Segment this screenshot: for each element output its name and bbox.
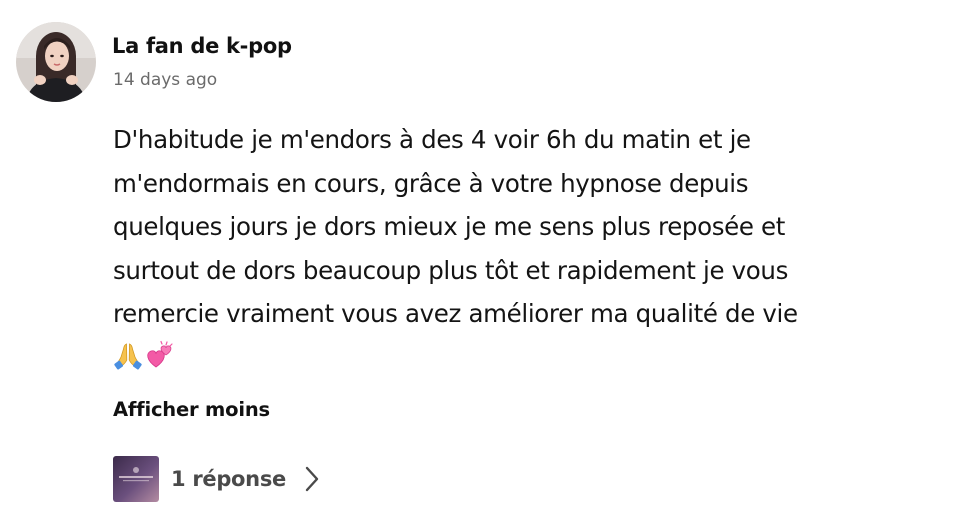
comment-body-line: D'habitude je m'endors à des 4 voir 6h d…: [113, 125, 751, 154]
comment-body-line: m'endormais en cours, grâce à votre hypn…: [113, 168, 749, 198]
comment-emoji-line: [113, 336, 943, 380]
user-avatar-photo: [16, 22, 96, 102]
replies-count: 1 réponse: [171, 467, 286, 491]
folded-hands-emoji: [113, 340, 143, 370]
comment-body-line: surtout de dors beaucoup plus tôt et rap…: [113, 255, 788, 285]
comment-body-line: remercie vraiment vous avez améliorer ma…: [113, 299, 798, 328]
comment: La fan de k-pop 14 days ago D'habitude j…: [0, 0, 956, 522]
comment-timestamp[interactable]: 14 days ago: [113, 70, 217, 90]
comment-body: D'habitude je m'endors à des 4 voir 6h d…: [113, 118, 943, 379]
author-avatar[interactable]: [16, 22, 96, 102]
comment-author[interactable]: La fan de k-pop: [112, 34, 292, 58]
replies-toggle[interactable]: 1 réponse: [113, 456, 322, 502]
revolving-hearts-emoji: [144, 340, 174, 370]
show-less-button[interactable]: Afficher moins: [113, 398, 270, 421]
chevron-right-icon: [302, 463, 322, 495]
comment-body-line: quelques jours je dors mieux je me sens …: [113, 212, 786, 241]
channel-thumbnail: [113, 456, 159, 502]
